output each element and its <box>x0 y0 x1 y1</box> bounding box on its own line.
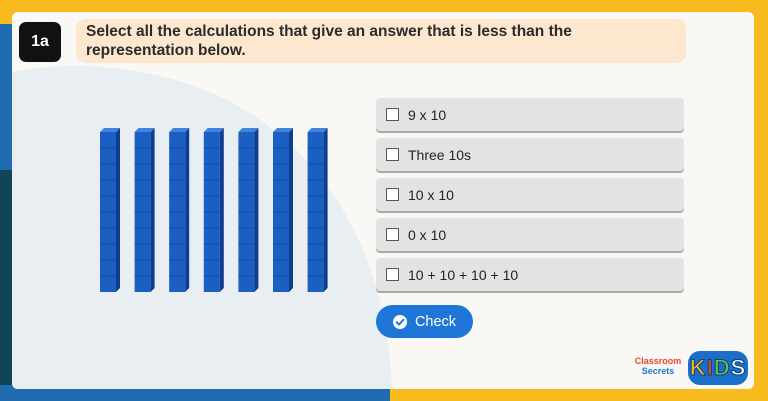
option-0x10[interactable]: 0 x 10 <box>376 218 684 251</box>
check-button[interactable]: Check <box>376 305 473 338</box>
tens-rod <box>273 128 293 292</box>
tens-rod <box>100 128 120 292</box>
tens-rod <box>134 128 155 292</box>
checkbox[interactable] <box>386 148 399 161</box>
tens-rod <box>203 128 224 292</box>
option-label: 9 x 10 <box>408 106 447 123</box>
option-9x10[interactable]: 9 x 10 <box>376 98 684 131</box>
check-button-label: Check <box>414 313 457 330</box>
checkbox[interactable] <box>386 188 399 201</box>
kids-letter: I <box>706 355 714 381</box>
answer-options: 9 x 10 Three 10s 10 x 10 0 x 10 10 + 10 … <box>376 98 684 298</box>
brand-line2: Secrets <box>641 366 675 376</box>
kids-badge: K I D S <box>688 351 748 385</box>
option-three-10s[interactable]: Three 10s <box>376 138 684 171</box>
brand-line1: Classroom <box>634 356 682 366</box>
option-label: 0 x 10 <box>408 226 447 243</box>
question-number: 1a <box>19 22 61 62</box>
tens-rod <box>169 128 190 292</box>
option-10x10[interactable]: 10 x 10 <box>376 178 684 211</box>
option-label: 10 x 10 <box>408 186 454 203</box>
tens-rod <box>307 128 328 292</box>
check-circle-icon <box>392 314 407 329</box>
option-label: 10 + 10 + 10 + 10 <box>408 266 519 283</box>
tens-rod <box>238 128 259 292</box>
checkbox[interactable] <box>386 108 399 121</box>
checkbox[interactable] <box>386 228 399 241</box>
checkbox[interactable] <box>386 268 399 281</box>
option-label: Three 10s <box>408 146 472 163</box>
question-text: Select all the calculations that give an… <box>76 19 686 63</box>
tens-rods-representation <box>100 128 328 292</box>
brand-text: Classroom Secrets <box>630 356 686 376</box>
kids-letter: D <box>713 355 731 381</box>
kids-letter: S <box>730 355 747 381</box>
kids-letter: K <box>689 355 707 381</box>
classroom-secrets-kids-logo: Classroom Secrets K I D S <box>630 350 750 386</box>
option-sum-of-10s[interactable]: 10 + 10 + 10 + 10 <box>376 258 684 291</box>
